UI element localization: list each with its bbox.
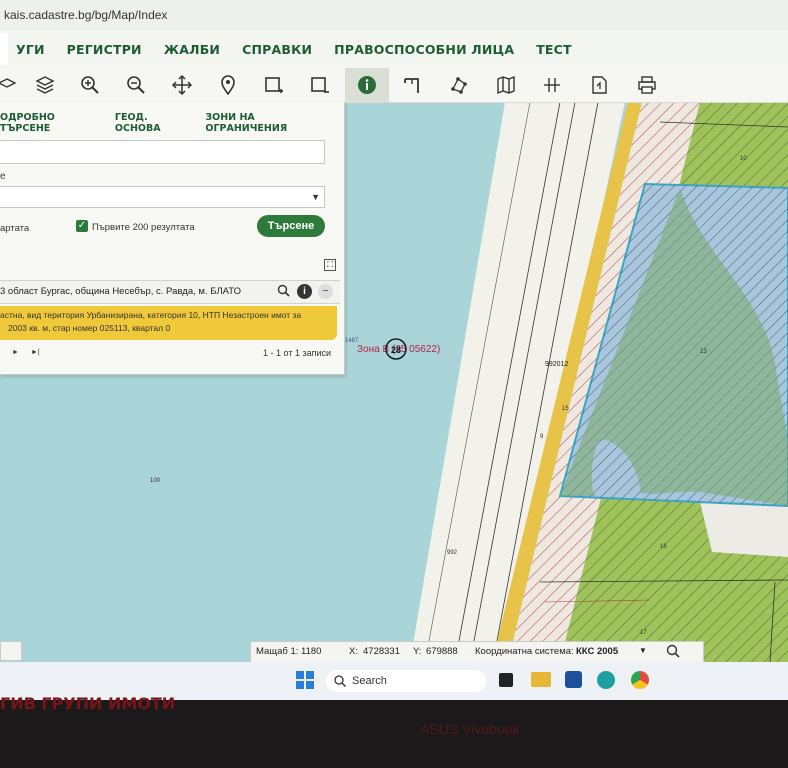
tab-geodetic-base[interactable]: ГЕОД. ОСНОВА (115, 112, 190, 134)
svg-text:17: 17 (640, 630, 647, 636)
result-line-1: астна, вид територия Урбанизирана, катег… (0, 310, 302, 320)
scale-label: Мащаб 1: (256, 646, 299, 657)
pan-icon[interactable] (169, 72, 195, 98)
svg-text:1487: 1487 (345, 338, 359, 344)
pager-info: 1 - 1 от 1 записи (263, 348, 332, 358)
next-page-icon[interactable]: ► (12, 349, 19, 356)
map-toolbar (0, 68, 788, 103)
info-circle-icon[interactable]: i (297, 284, 312, 299)
status-left-box (0, 641, 22, 661)
svg-text:992: 992 (447, 550, 458, 556)
scale-value[interactable]: 1180 (301, 646, 321, 657)
result-header[interactable]: 3 област Бургас, община Несебър, с. Равд… (0, 280, 340, 304)
tab-detailed-search[interactable]: ОДРОБНО ТЪРСЕНЕ (0, 112, 99, 134)
main-menu: УГИ РЕГИСТРИ ЖАЛБИ СПРАВКИ ПРАВОСПОСОБНИ… (0, 30, 788, 68)
field-label: е (0, 171, 6, 182)
store-icon[interactable] (565, 671, 582, 688)
windows-start-icon[interactable] (296, 671, 314, 694)
menu-item-pravosposobni[interactable]: ПРАВОСПОСОБНИ ЛИЦА (334, 42, 514, 57)
svg-text:15: 15 (562, 406, 569, 412)
url-text: kais.cadastre.bg/bg/Map/Index (4, 8, 168, 22)
measure-icon[interactable] (399, 72, 425, 98)
address-bar[interactable]: kais.cadastre.bg/bg/Map/Index (0, 0, 788, 30)
menu-item-zhalbi[interactable]: ЖАЛБИ (164, 42, 220, 57)
file-explorer-icon[interactable] (531, 672, 551, 687)
chrome-icon[interactable] (631, 671, 649, 689)
y-label: Y: (413, 646, 422, 657)
location-pin-icon[interactable] (215, 72, 241, 98)
logo-fragment (0, 33, 8, 65)
menu-item-test[interactable]: ТЕСТ (536, 42, 572, 57)
menu-item-uslugi[interactable]: УГИ (16, 42, 45, 57)
result-line-2: 2003 кв. м, стар номер 025113, квартал 0 (8, 323, 171, 333)
map-extent-label: артата (0, 223, 30, 234)
first-200-checkbox[interactable]: ✓ (76, 220, 88, 232)
chevron-down-icon: ▼ (311, 192, 320, 202)
expand-icon[interactable]: ⛶ (324, 259, 336, 271)
status-search-icon[interactable] (666, 644, 680, 661)
search-icon[interactable] (276, 284, 291, 299)
x-label: X: (349, 646, 358, 657)
book-map-icon[interactable] (493, 72, 519, 98)
red-overlay-text: ГИВ ГРУПИ ИМОТИ (0, 694, 176, 713)
coord-chevron-down-icon[interactable]: ▼ (639, 646, 647, 655)
menu-item-registri[interactable]: РЕГИСТРИ (67, 42, 142, 57)
svg-text:16: 16 (660, 544, 667, 550)
tab-restriction-zones[interactable]: ЗОНИ НА ОГРАНИЧЕНИЯ (205, 112, 328, 134)
info-icon[interactable] (345, 68, 389, 102)
taskbar-search[interactable]: Search (326, 670, 486, 692)
pager: ► ►| 1 - 1 от 1 записи (0, 348, 340, 362)
coord-system-label: Координатна система: (475, 646, 574, 657)
x-value: 4728331 (363, 646, 400, 657)
menu-item-spravki[interactable]: СПРАВКИ (242, 42, 312, 57)
result-title: 3 област Бургас, община Несебър, с. Равд… (0, 286, 242, 297)
first-200-label: Първите 200 резултата (92, 222, 195, 233)
polygon-icon[interactable] (446, 72, 472, 98)
minus-icon[interactable]: − (318, 284, 333, 299)
panel-tabs: ОДРОБНО ТЪРСЕНЕ ГЕОД. ОСНОВА ЗОНИ НА ОГР… (0, 112, 344, 134)
map-status-bar: Мащаб 1: 1180 X: 4728331 Y: 679888 Коорд… (250, 641, 704, 663)
search-panel: ОДРОБНО ТЪРСЕНЕ ГЕОД. ОСНОВА ЗОНИ НА ОГР… (0, 102, 345, 375)
zoom-in-icon[interactable] (77, 72, 103, 98)
search-input[interactable] (0, 140, 325, 164)
zoom-out-icon[interactable] (123, 72, 149, 98)
layers-stack-icon[interactable] (32, 72, 58, 98)
y-value: 679888 (426, 646, 458, 657)
layers-icon[interactable] (0, 72, 20, 98)
coord-system-select[interactable]: ККС 2005 (576, 646, 618, 657)
taskbar-search-icon (334, 675, 346, 687)
crosshair-icon[interactable] (539, 72, 565, 98)
svg-text:10: 10 (740, 156, 747, 162)
search-button[interactable]: Търсене (257, 215, 325, 237)
select-rect-icon[interactable] (261, 72, 287, 98)
print-icon[interactable] (634, 72, 660, 98)
svg-text:13: 13 (700, 349, 707, 355)
svg-text:100: 100 (150, 478, 161, 484)
last-page-icon[interactable]: ►| (31, 349, 40, 356)
taskbar-search-text: Search (352, 675, 387, 687)
edge-icon[interactable] (597, 671, 615, 689)
screen: Зона В (25 05622) 28 1487 100 992 9 15 9… (0, 0, 788, 700)
task-view-icon[interactable] (499, 673, 513, 687)
result-item[interactable]: астна, вид територия Урбанизирана, катег… (0, 306, 337, 340)
laptop-brand-logo: ASUS Vivobook (420, 721, 520, 737)
document-icon[interactable] (586, 72, 612, 98)
svg-text:28: 28 (391, 345, 401, 355)
select-rect-minus-icon[interactable] (307, 72, 333, 98)
search-type-select[interactable]: ▼ (0, 186, 325, 208)
svg-text:992012: 992012 (545, 361, 568, 368)
